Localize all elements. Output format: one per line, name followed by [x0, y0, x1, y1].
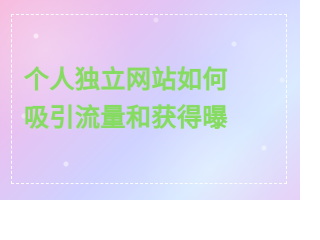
- headline: 个人独立网站如何 吸引流量和获得曝: [24, 61, 276, 137]
- headline-line-1: 个人独立网站如何: [24, 65, 229, 94]
- headline-line-2: 吸引流量和获得曝: [24, 103, 229, 132]
- promo-banner: 个人独立网站如何 吸引流量和获得曝: [0, 0, 300, 200]
